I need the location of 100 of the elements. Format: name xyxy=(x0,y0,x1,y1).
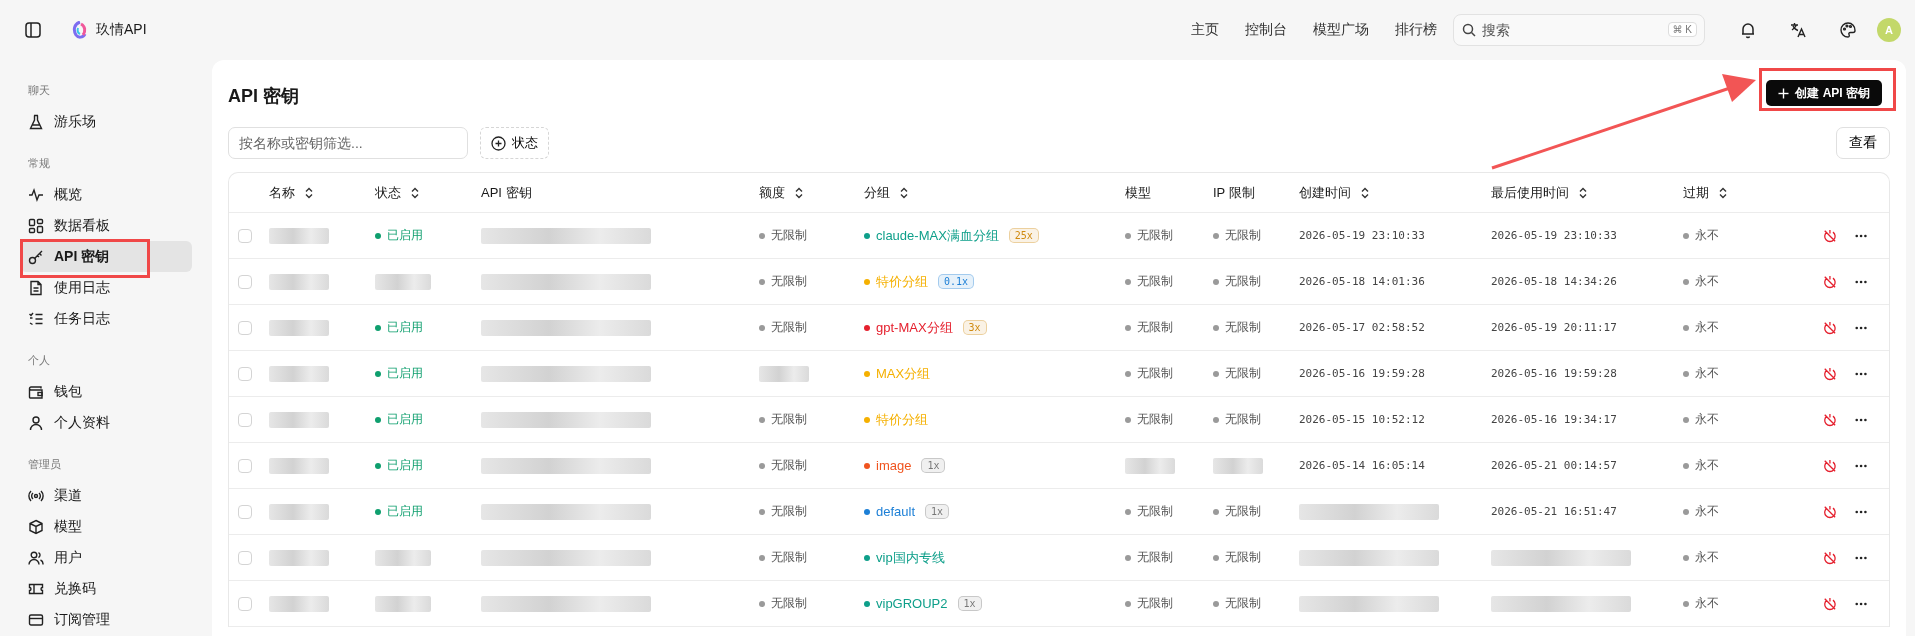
sidebar-item[interactable]: 概览 xyxy=(20,179,192,210)
ip-limit-label: 无限制 xyxy=(1213,227,1261,244)
section-label: 个人 xyxy=(27,353,51,368)
sort-icon[interactable] xyxy=(305,186,313,199)
sidebar-item[interactable]: 任务日志 xyxy=(20,303,192,334)
multiplier-badge: 0.1x xyxy=(938,274,975,289)
more-icon[interactable] xyxy=(1854,279,1867,284)
palette-icon[interactable] xyxy=(1839,21,1857,39)
power-off-icon[interactable] xyxy=(1823,227,1837,244)
flask-icon xyxy=(28,113,44,130)
more-icon[interactable] xyxy=(1854,325,1867,330)
column-header: 额度 xyxy=(759,183,785,202)
model-limit-label: 无限制 xyxy=(1125,319,1173,336)
power-off-icon[interactable] xyxy=(1823,549,1837,566)
sidebar-item[interactable]: 订阅管理 xyxy=(20,604,192,635)
blurred-block xyxy=(269,411,329,428)
nav-link[interactable]: 模型广场 xyxy=(1313,21,1369,39)
sort-icon[interactable] xyxy=(1719,186,1727,199)
sidebar-item[interactable]: 游乐场 xyxy=(20,106,192,137)
power-off-icon[interactable] xyxy=(1823,319,1837,336)
created-time: 2026-05-18 14:01:36 xyxy=(1299,275,1425,288)
model-limit-label: 无限制 xyxy=(1125,411,1173,428)
column-header: 模型 xyxy=(1125,183,1151,202)
last-used-time: 2026-05-18 14:34:26 xyxy=(1491,275,1617,288)
filter-field[interactable]: 按名称或密钥筛选... xyxy=(228,127,468,159)
sidebar-item[interactable]: 数据看板 xyxy=(20,210,192,241)
users-icon xyxy=(28,549,44,566)
row-checkbox[interactable] xyxy=(238,504,252,519)
model-limit-label: 无限制 xyxy=(1125,365,1173,382)
group-label: 特价分组 xyxy=(864,272,928,291)
row-checkbox[interactable] xyxy=(238,274,252,289)
blurred-block xyxy=(269,595,329,612)
row-checkbox[interactable] xyxy=(238,320,252,335)
sort-icon[interactable] xyxy=(900,186,908,199)
logo-icon xyxy=(72,21,88,39)
power-off-icon[interactable] xyxy=(1823,503,1837,520)
power-off-icon[interactable] xyxy=(1823,595,1837,612)
multiplier-badge: 1x xyxy=(957,596,982,611)
row-checkbox[interactable] xyxy=(238,228,252,243)
nav-link[interactable]: 主页 xyxy=(1191,21,1219,39)
column-header: 过期 xyxy=(1683,183,1709,202)
power-off-icon[interactable] xyxy=(1823,411,1837,428)
row-checkbox[interactable] xyxy=(238,550,252,565)
row-checkbox[interactable] xyxy=(238,596,252,611)
power-off-icon[interactable] xyxy=(1823,273,1837,290)
brand-name: 玖情API xyxy=(96,21,147,39)
blurred-block xyxy=(269,457,329,474)
view-button[interactable]: 查看 xyxy=(1836,127,1890,159)
user-icon xyxy=(28,414,44,431)
status-filter-button[interactable]: 状态 xyxy=(480,127,549,159)
row-checkbox[interactable] xyxy=(238,458,252,473)
section-label: 常规 xyxy=(27,156,51,171)
sort-icon[interactable] xyxy=(411,186,419,199)
sidebar-item[interactable]: 渠道 xyxy=(20,480,192,511)
bell-icon[interactable] xyxy=(1739,21,1757,39)
sidebar-toggle-icon[interactable] xyxy=(24,21,42,39)
sidebar-item[interactable]: 用户 xyxy=(20,542,192,573)
power-off-icon[interactable] xyxy=(1823,457,1837,474)
last-used-time: 2026-05-19 20:11:17 xyxy=(1491,321,1617,334)
power-off-icon[interactable] xyxy=(1823,365,1837,382)
section-label: 聊天 xyxy=(27,83,51,98)
sidebar-item[interactable]: 钱包 xyxy=(20,376,192,407)
sort-icon[interactable] xyxy=(1361,186,1369,199)
more-icon[interactable] xyxy=(1854,417,1867,422)
sidebar-item[interactable]: 使用日志 xyxy=(20,272,192,303)
sidebar-item[interactable]: 个人资料 xyxy=(20,407,192,438)
sort-icon[interactable] xyxy=(1579,186,1587,199)
more-icon[interactable] xyxy=(1854,233,1867,238)
created-time: 2026-05-19 23:10:33 xyxy=(1299,229,1425,242)
created-time: 2026-05-14 16:05:14 xyxy=(1299,459,1425,472)
group-label: 特价分组 xyxy=(864,410,928,429)
blurred-block xyxy=(269,227,329,244)
translate-icon[interactable] xyxy=(1789,21,1807,39)
expiry-label: 永不 xyxy=(1683,365,1719,382)
sidebar-item[interactable]: 模型 xyxy=(20,511,192,542)
quota-label: 无限制 xyxy=(759,595,807,612)
group-label: MAX分组 xyxy=(864,364,931,383)
row-checkbox[interactable] xyxy=(238,366,252,381)
expiry-label: 永不 xyxy=(1683,227,1719,244)
multiplier-badge: 1x xyxy=(925,504,950,519)
wallet-icon xyxy=(28,383,44,400)
expiry-label: 永不 xyxy=(1683,503,1719,520)
more-icon[interactable] xyxy=(1854,601,1867,606)
more-icon[interactable] xyxy=(1854,371,1867,376)
status-label: 已启用 xyxy=(375,503,423,520)
more-icon[interactable] xyxy=(1854,509,1867,514)
more-icon[interactable] xyxy=(1854,463,1867,468)
row-checkbox[interactable] xyxy=(238,412,252,427)
sidebar-item[interactable]: API 密钥 xyxy=(20,241,192,272)
nav-link[interactable]: 控制台 xyxy=(1245,21,1287,39)
sidebar-item[interactable]: 兑换码 xyxy=(20,573,192,604)
create-key-button[interactable]: 创建 API 密钥 xyxy=(1766,80,1882,106)
nav-link[interactable]: 排行榜 xyxy=(1395,21,1437,39)
blurred-block xyxy=(269,503,329,520)
more-icon[interactable] xyxy=(1854,555,1867,560)
status-label: 已启用 xyxy=(375,319,423,336)
sort-icon[interactable] xyxy=(795,186,803,199)
created-time: 2026-05-15 10:52:12 xyxy=(1299,413,1425,426)
last-used-time: 2026-05-21 00:14:57 xyxy=(1491,459,1617,472)
quota-label: 无限制 xyxy=(759,549,807,566)
